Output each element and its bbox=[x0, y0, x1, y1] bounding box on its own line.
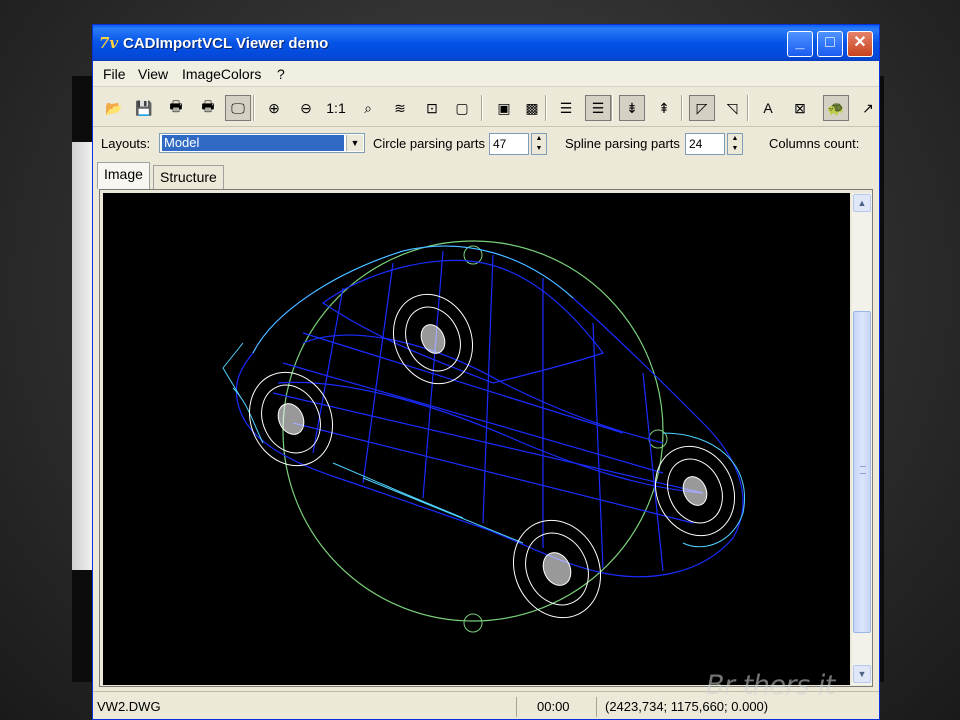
circle-parsing-input[interactable]: 47 bbox=[489, 133, 529, 155]
open-folder-icon[interactable]: 📂 bbox=[101, 95, 127, 121]
spline-parsing-input[interactable]: 24 bbox=[685, 133, 725, 155]
rotate-icon[interactable]: ⊡ bbox=[419, 95, 445, 121]
toolbar-separator bbox=[747, 95, 749, 121]
dimension-icon[interactable]: ◹ bbox=[719, 95, 745, 121]
menu-view[interactable]: View bbox=[138, 66, 168, 82]
scroll-down-icon[interactable]: ▼ bbox=[853, 665, 871, 683]
scroll-up-icon[interactable]: ▲ bbox=[853, 194, 871, 212]
toolbar-separator bbox=[481, 95, 483, 121]
view-tabs: Image Structure bbox=[93, 161, 879, 189]
zoom-in-icon[interactable]: ⊕ bbox=[261, 95, 287, 121]
toolbar-separator bbox=[681, 95, 683, 121]
layouts-dropdown[interactable]: Model ▼ bbox=[159, 133, 365, 153]
color-scheme-icon[interactable]: ▣ bbox=[491, 95, 517, 121]
actual-size-icon[interactable]: 1:1 bbox=[323, 95, 349, 121]
save-icon[interactable]: 💾 bbox=[131, 95, 157, 121]
zoom-out-icon[interactable]: ⊖ bbox=[293, 95, 319, 121]
toolbar-separator bbox=[611, 95, 613, 121]
orbit-handle-bottom bbox=[463, 613, 483, 633]
menu-help[interactable]: ? bbox=[277, 66, 285, 82]
status-file-name: VW2.DWG bbox=[97, 697, 517, 717]
car-wheels-wireframe bbox=[248, 293, 736, 619]
list-pressed-icon[interactable]: ☰ bbox=[585, 95, 611, 121]
car-body-wireframe bbox=[235, 245, 744, 578]
chevron-down-icon[interactable]: ▼ bbox=[346, 135, 363, 151]
scanner-icon[interactable]: 🖵 bbox=[225, 95, 251, 121]
status-time: 00:00 bbox=[537, 697, 597, 717]
scrollbar-thumb[interactable] bbox=[853, 311, 871, 633]
zoom-fit-icon[interactable]: ⌕ bbox=[355, 95, 381, 121]
dimension-pressed-icon[interactable]: ◸ bbox=[689, 95, 715, 121]
app-logo-icon: 7v bbox=[99, 34, 119, 52]
background-window-edge bbox=[72, 76, 94, 682]
scroll-grip-icon bbox=[860, 466, 866, 474]
circle-parsing-stepper[interactable]: ▲ ▼ bbox=[531, 133, 547, 155]
close-button[interactable]: ✕ bbox=[847, 31, 873, 57]
columns-count-label: Columns count: bbox=[769, 136, 860, 151]
list-icon[interactable]: ☰ bbox=[553, 95, 579, 121]
spline-parsing-stepper[interactable]: ▲ ▼ bbox=[727, 133, 743, 155]
layouts-selected-value: Model bbox=[162, 135, 344, 151]
menu-imagecolors[interactable]: ImageColors bbox=[182, 66, 261, 82]
main-window: 7v CADImportVCL Viewer demo _ □ ✕ File V… bbox=[92, 24, 880, 720]
vertical-scrollbar[interactable]: ▲ ▼ bbox=[852, 193, 872, 685]
toolbar-separator bbox=[253, 95, 255, 121]
menu-bar: File View ImageColors ? bbox=[93, 61, 879, 87]
car-wireframe-drawing bbox=[222, 240, 745, 633]
drawing-viewport: ▲ ▼ bbox=[99, 189, 873, 687]
toolbar-separator bbox=[545, 95, 547, 121]
print-preview-icon[interactable]: 🖶 bbox=[195, 95, 221, 121]
layouts-label: Layouts: bbox=[101, 136, 151, 151]
orbit-circle bbox=[282, 240, 664, 622]
background-window-panel bbox=[72, 142, 94, 570]
fit-width-icon[interactable]: ⇟ bbox=[619, 95, 645, 121]
minimize-button[interactable]: _ bbox=[787, 31, 813, 57]
black-white-icon[interactable]: ▩ bbox=[519, 95, 545, 121]
maximize-button[interactable]: □ bbox=[817, 31, 843, 57]
cad-canvas[interactable] bbox=[103, 193, 850, 685]
window-title: CADImportVCL Viewer demo bbox=[123, 35, 329, 52]
print-icon[interactable]: 🖶 bbox=[163, 95, 189, 121]
no-fill-icon[interactable]: ⊠ bbox=[787, 95, 813, 121]
tab-image[interactable]: Image bbox=[97, 162, 150, 189]
menu-file[interactable]: File bbox=[103, 66, 126, 82]
turtle-icon[interactable]: 🐢 bbox=[823, 95, 849, 121]
toolbar: 📂 💾 🖶 🖶 🖵 ⊕ ⊖ 1:1 ⌕ ≋ ⊡ ▢ ▣ ▩ ☰ ☰ ⇟ ⇞ ◸ ◹ A ⊠ 🐢 ↗ bbox=[93, 89, 879, 127]
axes-icon[interactable]: ↗ bbox=[855, 95, 879, 121]
spline-parsing-label: Spline parsing parts bbox=[565, 136, 680, 151]
frame-icon[interactable]: ▢ bbox=[449, 95, 475, 121]
tab-structure[interactable]: Structure bbox=[153, 165, 224, 189]
wheel-front-right bbox=[512, 519, 602, 619]
title-bar[interactable]: 7v CADImportVCL Viewer demo _ □ ✕ bbox=[93, 25, 879, 61]
watermark-logo: Br thers it bbox=[706, 670, 835, 701]
circle-parsing-label: Circle parsing parts bbox=[373, 136, 485, 151]
fit-height-icon[interactable]: ⇞ bbox=[651, 95, 677, 121]
parameters-bar: Layouts: Model ▼ Circle parsing parts 47… bbox=[93, 129, 879, 157]
layers-icon[interactable]: ≋ bbox=[387, 95, 413, 121]
text-icon[interactable]: A bbox=[755, 95, 781, 121]
